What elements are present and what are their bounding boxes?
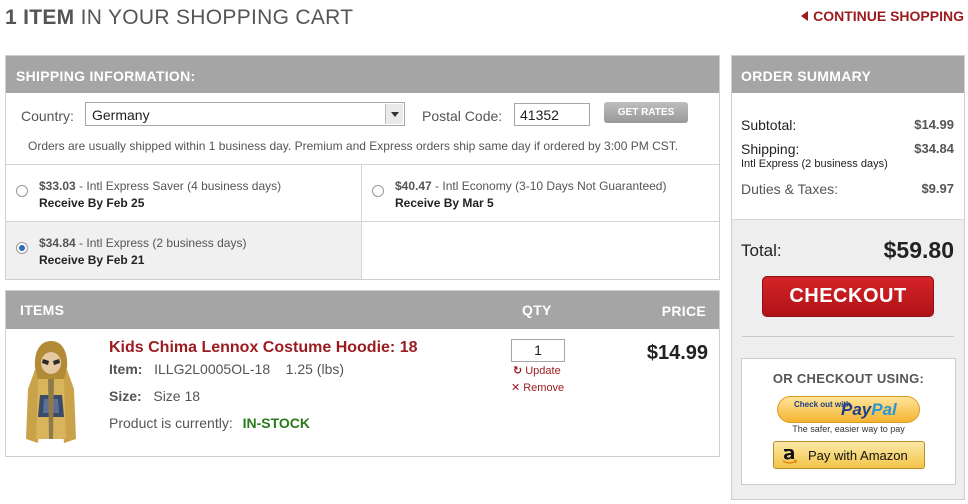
paypal-checkout-button[interactable]: Check out with PayPal (777, 396, 920, 423)
amazon-logo-icon (782, 449, 798, 464)
refresh-icon: ↻ (513, 365, 523, 377)
divider (742, 336, 954, 337)
items-panel: ITEMS QTY PRICE Kids Chima Lennox Costum… (5, 290, 720, 457)
option-description: - Intl Express Saver (4 business days) (75, 179, 282, 193)
option-description: - Intl Economy (3-10 Days Not Guaranteed… (431, 179, 667, 193)
option-price: $40.47 (395, 179, 432, 193)
cart-heading: 1 ITEM IN YOUR SHOPPING CART (5, 6, 353, 30)
continue-shopping-label: CONTINUE SHOPPING (813, 8, 964, 24)
country-select[interactable]: Germany (85, 102, 405, 126)
size-value: Size 18 (153, 388, 201, 404)
shipping-option-economy[interactable]: $40.47 - Intl Economy (3-10 Days Not Gua… (362, 164, 719, 221)
remove-link[interactable]: ✕ Remove (511, 381, 564, 394)
alternate-checkout-heading: OR CHECKOUT USING: (772, 371, 925, 386)
cart-item-count: 1 ITEM (5, 6, 75, 29)
alternate-checkout-box: OR CHECKOUT USING: Check out with PayPal… (741, 358, 956, 485)
total-label: Total: (741, 241, 782, 260)
duties-value: $9.97 (921, 181, 954, 196)
price-column-header: PRICE (661, 303, 706, 319)
shipping-value: $34.84 (914, 141, 954, 156)
shipping-method: Intl Express (2 business days) (741, 158, 888, 170)
order-summary-panel: ORDER SUMMARY Subtotal: $14.99 Shipping:… (731, 55, 965, 500)
radio-button[interactable] (372, 185, 384, 197)
update-link[interactable]: ↻ Update (513, 364, 561, 377)
continue-shopping-link[interactable]: CONTINUE SHOPPING (801, 8, 964, 24)
status-label: Product is currently: (109, 415, 233, 431)
subtotal-value: $14.99 (914, 117, 954, 132)
update-label: Update (525, 365, 561, 377)
item-sku: ILLG2L0005OL-18 (154, 361, 271, 377)
remove-label: Remove (523, 382, 565, 394)
cart-heading-text: IN YOUR SHOPPING CART (80, 6, 354, 29)
radio-button-selected[interactable] (16, 242, 28, 254)
subtotal-label: Subtotal: (741, 117, 797, 133)
get-rates-button[interactable]: GET RATES (604, 102, 688, 123)
shipping-label: Shipping: (741, 141, 800, 157)
amazon-pay-button[interactable]: Pay with Amazon (773, 441, 925, 469)
product-status-line: Product is currently: IN-STOCK (109, 415, 310, 431)
back-arrow-icon (801, 11, 809, 21)
dropdown-arrow-icon (385, 104, 403, 124)
country-label: Country: (21, 108, 74, 124)
product-name-link[interactable]: Kids Chima Lennox Costume Hoodie: 18 (109, 339, 417, 357)
radio-button[interactable] (16, 185, 28, 197)
item-weight: 1.25 (lbs) (285, 361, 345, 377)
order-summary-heading: ORDER SUMMARY (732, 56, 964, 93)
option-price: $34.84 (39, 236, 76, 250)
shipping-option-express-saver[interactable]: $33.03 - Intl Express Saver (4 business … (6, 164, 362, 221)
option-description: - Intl Express (2 business days) (75, 236, 247, 250)
item-label: Item: (109, 361, 143, 377)
paypal-logo: PayPal (841, 400, 897, 419)
product-size-line: Size: Size 18 (109, 388, 200, 404)
items-header-bar: ITEMS QTY PRICE (6, 291, 719, 329)
product-image[interactable] (18, 339, 84, 445)
option-receive-date: Receive By Feb 21 (39, 253, 145, 267)
qty-column-header: QTY (522, 302, 552, 318)
shipping-heading: SHIPPING INFORMATION: (6, 56, 719, 93)
postal-code-label: Postal Code: (422, 108, 503, 124)
size-label: Size: (109, 388, 142, 404)
paypal-tagline: The safer, easier way to pay (792, 424, 905, 434)
product-item-line: Item: ILLG2L0005OL-18 1.25 (lbs) (109, 361, 344, 377)
postal-code-input[interactable]: 41352 (514, 103, 590, 126)
shipping-note: Orders are usually shipped within 1 busi… (28, 139, 679, 153)
line-item-price: $14.99 (646, 342, 708, 364)
amazon-pay-label: Pay with Amazon (808, 448, 908, 463)
items-column-header: ITEMS (20, 302, 65, 318)
country-value: Germany (92, 107, 150, 123)
option-receive-date: Receive By Mar 5 (395, 196, 494, 210)
stock-status-badge: IN-STOCK (242, 415, 311, 431)
option-receive-date: Receive By Feb 25 (39, 196, 145, 210)
quantity-input[interactable]: 1 (511, 339, 565, 362)
checkout-button[interactable]: CHECKOUT (762, 276, 934, 317)
total-value: $59.80 (883, 237, 954, 263)
option-price: $33.03 (39, 179, 76, 193)
close-icon: ✕ (511, 382, 521, 394)
shipping-option-empty (362, 221, 719, 279)
shipping-panel: SHIPPING INFORMATION: Country: Germany P… (5, 55, 720, 280)
shipping-option-express[interactable]: $34.84 - Intl Express (2 business days) … (6, 221, 362, 279)
duties-label: Duties & Taxes: (741, 181, 839, 197)
